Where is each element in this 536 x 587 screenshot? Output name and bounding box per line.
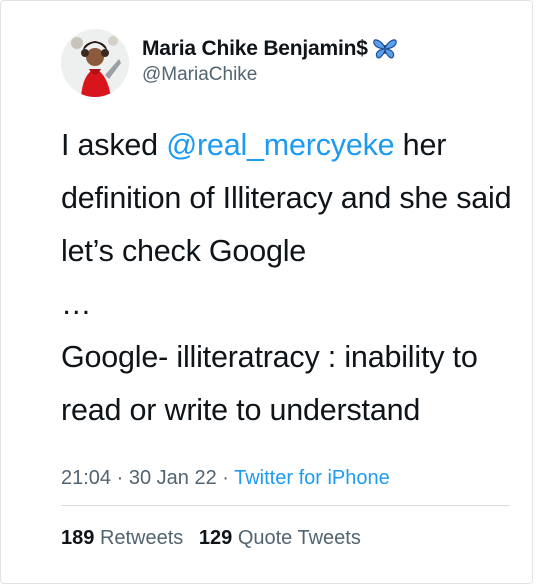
tweet-definition: Google- illiteratracy : inability to rea… [61, 340, 478, 427]
tweet-meta: 21:04 · 30 Jan 22 · Twitter for iPhone [61, 467, 390, 490]
tweet-text-intro: I asked [61, 128, 167, 162]
retweets-stat[interactable]: 189 Retweets [61, 527, 183, 550]
tweet-time[interactable]: 21:04 [61, 467, 111, 489]
tweet-ellipsis: … [61, 287, 92, 321]
tweet-card: Maria Chike Benjamin$ @MariaChike I aske… [0, 0, 533, 584]
display-name[interactable]: Maria Chike Benjamin$ [142, 37, 368, 61]
retweets-count: 189 [61, 527, 95, 549]
meta-separator: · [111, 467, 129, 489]
tweet-header: Maria Chike Benjamin$ @MariaChike [61, 29, 398, 97]
tweet-date[interactable]: 30 Jan 22 [129, 467, 217, 489]
retweets-label: Retweets [99, 527, 184, 549]
butterfly-icon [372, 38, 398, 60]
quote-tweets-label: Quote Tweets [237, 527, 361, 549]
quote-tweets-count: 129 [198, 527, 233, 549]
tweet-text: I asked @real_mercyeke her definition of… [61, 119, 521, 437]
tweet-paragraph-1: I asked @real_mercyeke her definition of… [61, 119, 521, 278]
mention-link[interactable]: @real_mercyeke [166, 128, 394, 162]
user-handle[interactable]: @MariaChike [142, 64, 398, 86]
user-names: Maria Chike Benjamin$ @MariaChike [142, 37, 398, 86]
avatar[interactable] [61, 29, 129, 97]
display-name-row: Maria Chike Benjamin$ [142, 37, 398, 61]
tweet-stats: 189 Retweets 129 Quote Tweets [61, 527, 371, 550]
quote-tweets-stat[interactable]: 129 Quote Tweets [199, 527, 361, 550]
tweet-source-link[interactable]: Twitter for iPhone [234, 467, 390, 489]
avatar-image [61, 29, 129, 97]
meta-separator: · [216, 467, 235, 489]
divider [61, 505, 510, 506]
